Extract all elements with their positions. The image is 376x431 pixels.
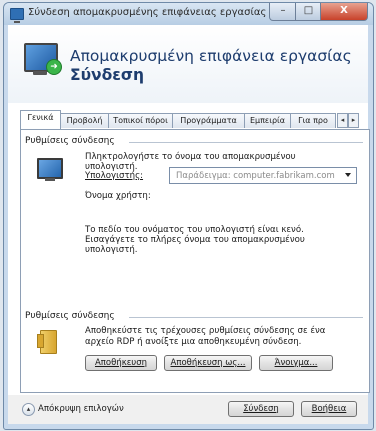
dialog-content: ➜ Απομακρυσμένη επιφάνεια εργασίας Σύνδε…: [8, 25, 370, 424]
tab-scroll-right-icon[interactable]: ▸: [348, 113, 359, 128]
header-banner: ➜ Απομακρυσμένη επιφάνεια εργασίας Σύνδε…: [8, 25, 368, 103]
chevron-down-icon[interactable]: [345, 173, 351, 177]
rdc-window: Σύνδεση απομακρυσμένης επιφάνειας εργασί…: [3, 2, 374, 430]
close-button[interactable]: X: [320, 3, 368, 21]
banner-subtitle: Σύνδεση: [70, 66, 144, 84]
tab-local-resources[interactable]: Τοπικοί πόροι: [108, 113, 173, 128]
tab-experience[interactable]: Εμπειρία: [244, 113, 291, 128]
title-bar[interactable]: Σύνδεση απομακρυσμένης επιφάνειας εργασί…: [4, 3, 373, 25]
hide-options-link[interactable]: Απόκρυψη επιλογών: [38, 404, 124, 414]
computer-input[interactable]: [170, 168, 340, 183]
tab-general[interactable]: Γενικά: [20, 110, 61, 129]
connect-arrow-icon: ➜: [46, 59, 62, 75]
tab-scroll-left-icon[interactable]: ◂: [337, 113, 348, 128]
logon-section-title: Ρυθμίσεις σύνδεσης: [25, 136, 115, 146]
minimize-button[interactable]: –: [269, 3, 297, 21]
connection-section-title: Ρυθμίσεις σύνδεσης: [25, 311, 115, 321]
connect-button[interactable]: Σύνδεση: [228, 401, 294, 417]
folder-icon: [37, 330, 57, 354]
empty-name-note-3: υπολογιστή.: [85, 245, 138, 255]
connection-desc-2: αρχείο RDP ή ανοίξτε μια αποθηκευμένη σύ…: [85, 337, 302, 347]
username-label: Όνομα χρήστη:: [85, 191, 151, 201]
computer-combobox[interactable]: [169, 167, 357, 184]
section-divider: [129, 142, 363, 143]
tab-strip: Γενικά Προβολή Τοπικοί πόροι Προγράμματα…: [20, 110, 368, 129]
computer-icon: [37, 158, 63, 181]
window-title: Σύνδεση απομακρυσμένης επιφάνειας εργασί…: [28, 7, 267, 18]
save-button[interactable]: Αποθήκευση: [85, 355, 157, 371]
connection-desc-1: Αποθηκεύστε τις τρέχουσες ρυθμίσεις σύνδ…: [85, 326, 326, 336]
general-tab-panel: Ρυθμίσεις σύνδεσης Πληκτρολογήστε το όνο…: [20, 129, 370, 393]
tab-display[interactable]: Προβολή: [60, 113, 109, 128]
help-button[interactable]: Βοήθεια: [301, 401, 357, 417]
dialog-footer: ▴ Απόκρυψη επιλογών Σύνδεση Βοήθεια: [8, 395, 368, 424]
maximize-button[interactable]: □: [295, 3, 322, 21]
monitor-stand-icon: [33, 71, 47, 75]
open-button[interactable]: Άνοιγμα...: [259, 355, 333, 371]
tab-advanced[interactable]: Για προ: [290, 113, 336, 128]
tab-programs[interactable]: Προγράμματα: [172, 113, 245, 128]
collapse-options-icon[interactable]: ▴: [22, 403, 35, 416]
remote-desktop-icon: [10, 8, 24, 23]
section-divider: [129, 317, 363, 318]
save-as-button[interactable]: Αποθήκευση ως...: [164, 355, 252, 371]
banner-title: Απομακρυσμένη επιφάνεια εργασίας: [70, 47, 352, 65]
computer-label: Υπολογιστής:: [85, 171, 144, 181]
